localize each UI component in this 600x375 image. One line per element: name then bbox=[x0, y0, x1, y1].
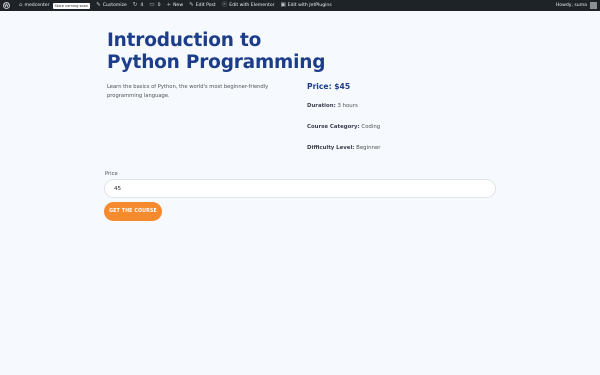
edit-post-label: Edit Post bbox=[195, 3, 216, 8]
edit-jetplugins-label: Edit with JetPlugins bbox=[287, 3, 332, 8]
difficulty-label: Difficulty Level: bbox=[307, 145, 355, 151]
pencil-icon: ✎ bbox=[189, 2, 194, 8]
comments-link[interactable]: ▭ 0 bbox=[146, 0, 163, 11]
edit-post-link[interactable]: ✎ Edit Post bbox=[186, 0, 219, 11]
home-icon: ⌂ bbox=[19, 2, 23, 8]
site-name: medcenter bbox=[24, 3, 50, 8]
duration-label: Duration: bbox=[307, 103, 336, 109]
category-value: Coding bbox=[361, 124, 381, 130]
course-title: Introduction to Python Programming bbox=[107, 30, 326, 73]
paintbrush-icon: ✎ bbox=[96, 2, 101, 8]
wp-admin-bar: ⌂ medcenter Store coming soon ✎ Customiz… bbox=[0, 0, 600, 11]
customize-link[interactable]: ✎ Customize bbox=[93, 0, 130, 11]
store-status-badge: Store coming soon bbox=[52, 2, 91, 9]
site-name-link[interactable]: ⌂ medcenter Store coming soon bbox=[16, 0, 93, 11]
plus-icon: + bbox=[166, 2, 172, 8]
updates-icon: ↻ bbox=[132, 2, 138, 8]
get-course-button[interactable]: GET THE COURSE bbox=[104, 202, 162, 221]
course-duration: Duration: 3 hours bbox=[307, 102, 358, 110]
course-description: Learn the basics of Python, the world's … bbox=[107, 84, 269, 99]
new-content-link[interactable]: + New bbox=[164, 0, 187, 11]
updates-count: 4 bbox=[140, 3, 144, 8]
course-difficulty: Difficulty Level: Beginner bbox=[307, 144, 380, 152]
course-meta: Price: $45 Duration: 3 hours Course Cate… bbox=[307, 81, 487, 151]
updates-link[interactable]: ↻ 4 bbox=[130, 0, 147, 11]
edit-elementor-label: Edit with Elementor bbox=[229, 3, 275, 8]
course-price: Price: $45 bbox=[307, 82, 351, 91]
new-label: New bbox=[173, 3, 184, 8]
price-field-label: Price bbox=[105, 171, 118, 177]
customize-label: Customize bbox=[102, 3, 127, 8]
elementor-icon: ⓔ bbox=[221, 2, 228, 8]
difficulty-value: Beginner bbox=[356, 145, 381, 151]
comment-icon: ▭ bbox=[149, 2, 155, 8]
comments-count: 0 bbox=[157, 3, 161, 8]
my-account-menu[interactable]: Howdy, suma bbox=[556, 0, 600, 11]
wp-logo-menu[interactable] bbox=[0, 0, 16, 11]
price-input[interactable] bbox=[104, 179, 496, 198]
duration-value: 3 hours bbox=[337, 103, 358, 109]
category-label: Course Category: bbox=[307, 124, 360, 130]
course-category: Course Category: Coding bbox=[307, 123, 380, 131]
wordpress-icon bbox=[3, 2, 10, 9]
edit-elementor-link[interactable]: ⓔ Edit with Elementor bbox=[219, 0, 278, 11]
jetplugins-icon: ▣ bbox=[280, 2, 286, 8]
howdy-label: Howdy, suma bbox=[555, 3, 587, 8]
avatar bbox=[590, 2, 597, 9]
edit-jetplugins-link[interactable]: ▣ Edit with JetPlugins bbox=[278, 0, 335, 11]
